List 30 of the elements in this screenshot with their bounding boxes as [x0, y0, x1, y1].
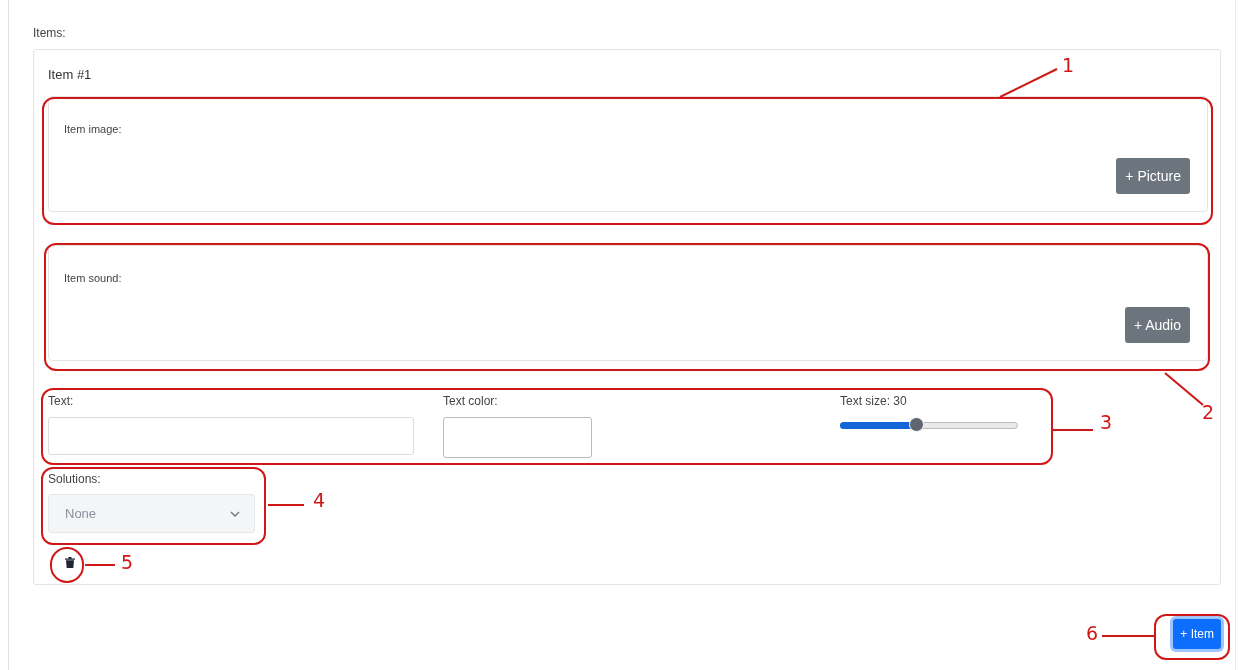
leader-line	[1053, 429, 1093, 433]
leader-line	[1000, 68, 1057, 98]
leader-line	[1165, 372, 1203, 406]
callout-number: 4	[313, 491, 326, 510]
chevron-down-icon	[230, 510, 240, 517]
leader-line	[1102, 635, 1154, 639]
size-slider[interactable]	[840, 417, 1018, 433]
field-label: Text color:	[443, 394, 499, 408]
callout-number: 1	[1062, 56, 1075, 75]
add-picture-button[interactable]: + Picture	[1116, 158, 1190, 194]
color-input[interactable]	[443, 417, 592, 458]
leader-line	[85, 564, 115, 568]
text-input[interactable]	[48, 417, 414, 455]
slider-thumb[interactable]	[908, 417, 924, 432]
callout-number: 3	[1100, 413, 1113, 432]
field-label: Solutions:	[48, 472, 102, 486]
callout-number: 5	[121, 553, 134, 572]
add-item-button[interactable]: + Item	[1173, 619, 1221, 649]
highlight-outline	[50, 547, 84, 583]
slider-label: Text size: 30	[840, 394, 908, 408]
item-title: Item #1	[48, 67, 93, 82]
add-audio-button[interactable]: + Audio	[1124, 307, 1190, 343]
section-label: Items:	[33, 26, 67, 40]
trash-icon[interactable]	[65, 557, 75, 568]
panel-label: Item image:	[64, 123, 123, 135]
field-label: Text:	[48, 394, 75, 408]
callout-number: 6	[1086, 624, 1099, 643]
callout-number: 2	[1202, 403, 1215, 422]
panel-label: Item sound:	[64, 272, 123, 284]
leader-line	[268, 504, 304, 508]
